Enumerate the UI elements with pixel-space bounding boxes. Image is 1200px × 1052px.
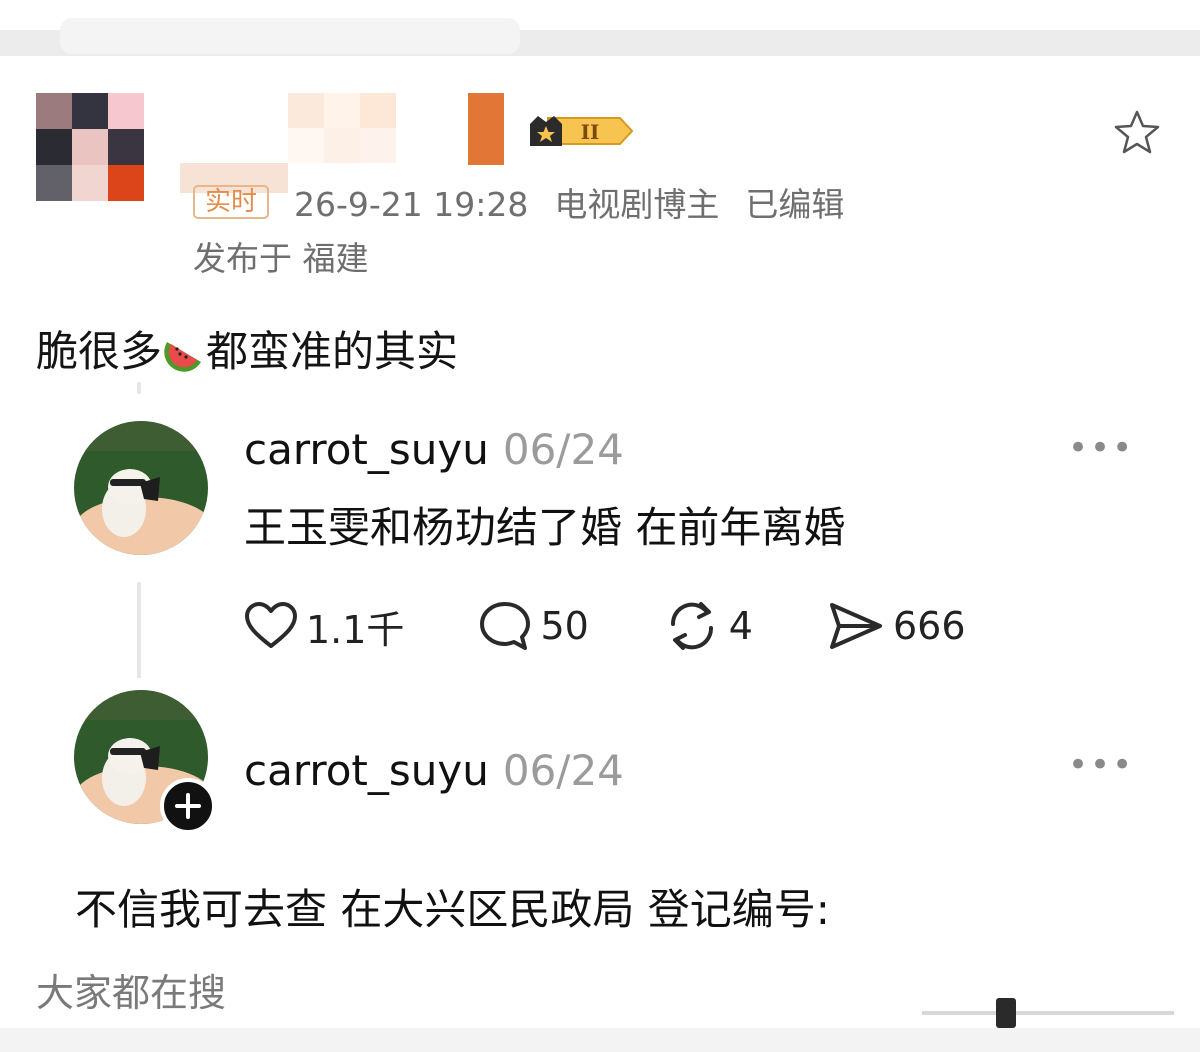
more-icon[interactable]: ••• — [1068, 428, 1134, 468]
post-text: 脆很多 都蛮准的其实 — [36, 318, 458, 379]
trending-search-label[interactable]: 大家都在搜 — [36, 962, 226, 1017]
watermelon-icon — [164, 342, 202, 372]
author-role: 电视剧博主 — [554, 185, 720, 224]
comment-text: 王玉雯和杨玏结了婚 在前年离婚 — [244, 503, 846, 552]
post-text-part1: 脆很多 — [36, 327, 163, 376]
post-meta: 26-9-21 19:28 电视剧博主 已编辑 — [294, 178, 870, 226]
share-button[interactable]: 666 — [827, 600, 966, 652]
heart-icon — [245, 602, 297, 648]
scroll-track[interactable] — [922, 1011, 1174, 1015]
comment-button[interactable]: 50 — [478, 600, 589, 652]
author-avatar[interactable] — [36, 93, 144, 201]
author-name-blurred-block — [468, 93, 504, 165]
bottom-blurred-strip — [0, 1028, 1200, 1052]
share-icon — [829, 603, 882, 649]
comment-count: 50 — [540, 604, 589, 648]
repost-button[interactable]: 4 — [663, 600, 753, 652]
post-datetime: 26-9-21 19:28 — [294, 185, 529, 224]
cat-avatar-image — [74, 421, 208, 555]
crown-badge-icon[interactable]: II — [528, 112, 636, 150]
comment-username-text[interactable]: carrot_suyu — [244, 425, 489, 474]
comment-avatar[interactable] — [74, 421, 208, 555]
edited-label[interactable]: 已编辑 — [745, 185, 844, 224]
author-name-blurred[interactable] — [288, 93, 396, 163]
comment-actions: 1.1千 50 4 666 — [244, 598, 1040, 654]
repost-icon — [670, 602, 713, 650]
thread-line — [137, 582, 141, 678]
top-blurred-area — [60, 18, 520, 54]
svg-text:II: II — [581, 120, 600, 144]
post-text-part2: 都蛮准的其实 — [206, 327, 459, 376]
comment-date: 06/24 — [502, 425, 624, 474]
scroll-thumb[interactable] — [996, 998, 1016, 1028]
like-count: 1.1千 — [306, 607, 405, 652]
star-icon[interactable] — [1112, 108, 1162, 158]
follow-button[interactable] — [160, 778, 216, 834]
comment-username[interactable]: carrot_suyu 06/24 — [244, 425, 624, 474]
share-count: 666 — [892, 604, 966, 648]
more-icon[interactable]: ••• — [1068, 745, 1134, 785]
realtime-tag: 实时 — [193, 185, 270, 219]
repost-count: 4 — [728, 604, 753, 648]
comment-date: 06/24 — [502, 746, 624, 795]
comment-username[interactable]: carrot_suyu 06/24 — [244, 746, 624, 795]
post-location: 发布于 福建 — [193, 239, 369, 278]
like-button[interactable]: 1.1千 — [244, 599, 404, 654]
comment-icon — [480, 602, 531, 650]
thread-line — [137, 382, 141, 394]
comment-username-text[interactable]: carrot_suyu — [244, 746, 489, 795]
plus-icon — [175, 793, 201, 819]
comment-text: 不信我可去查 在大兴区民政局 登记编号: — [75, 885, 830, 934]
